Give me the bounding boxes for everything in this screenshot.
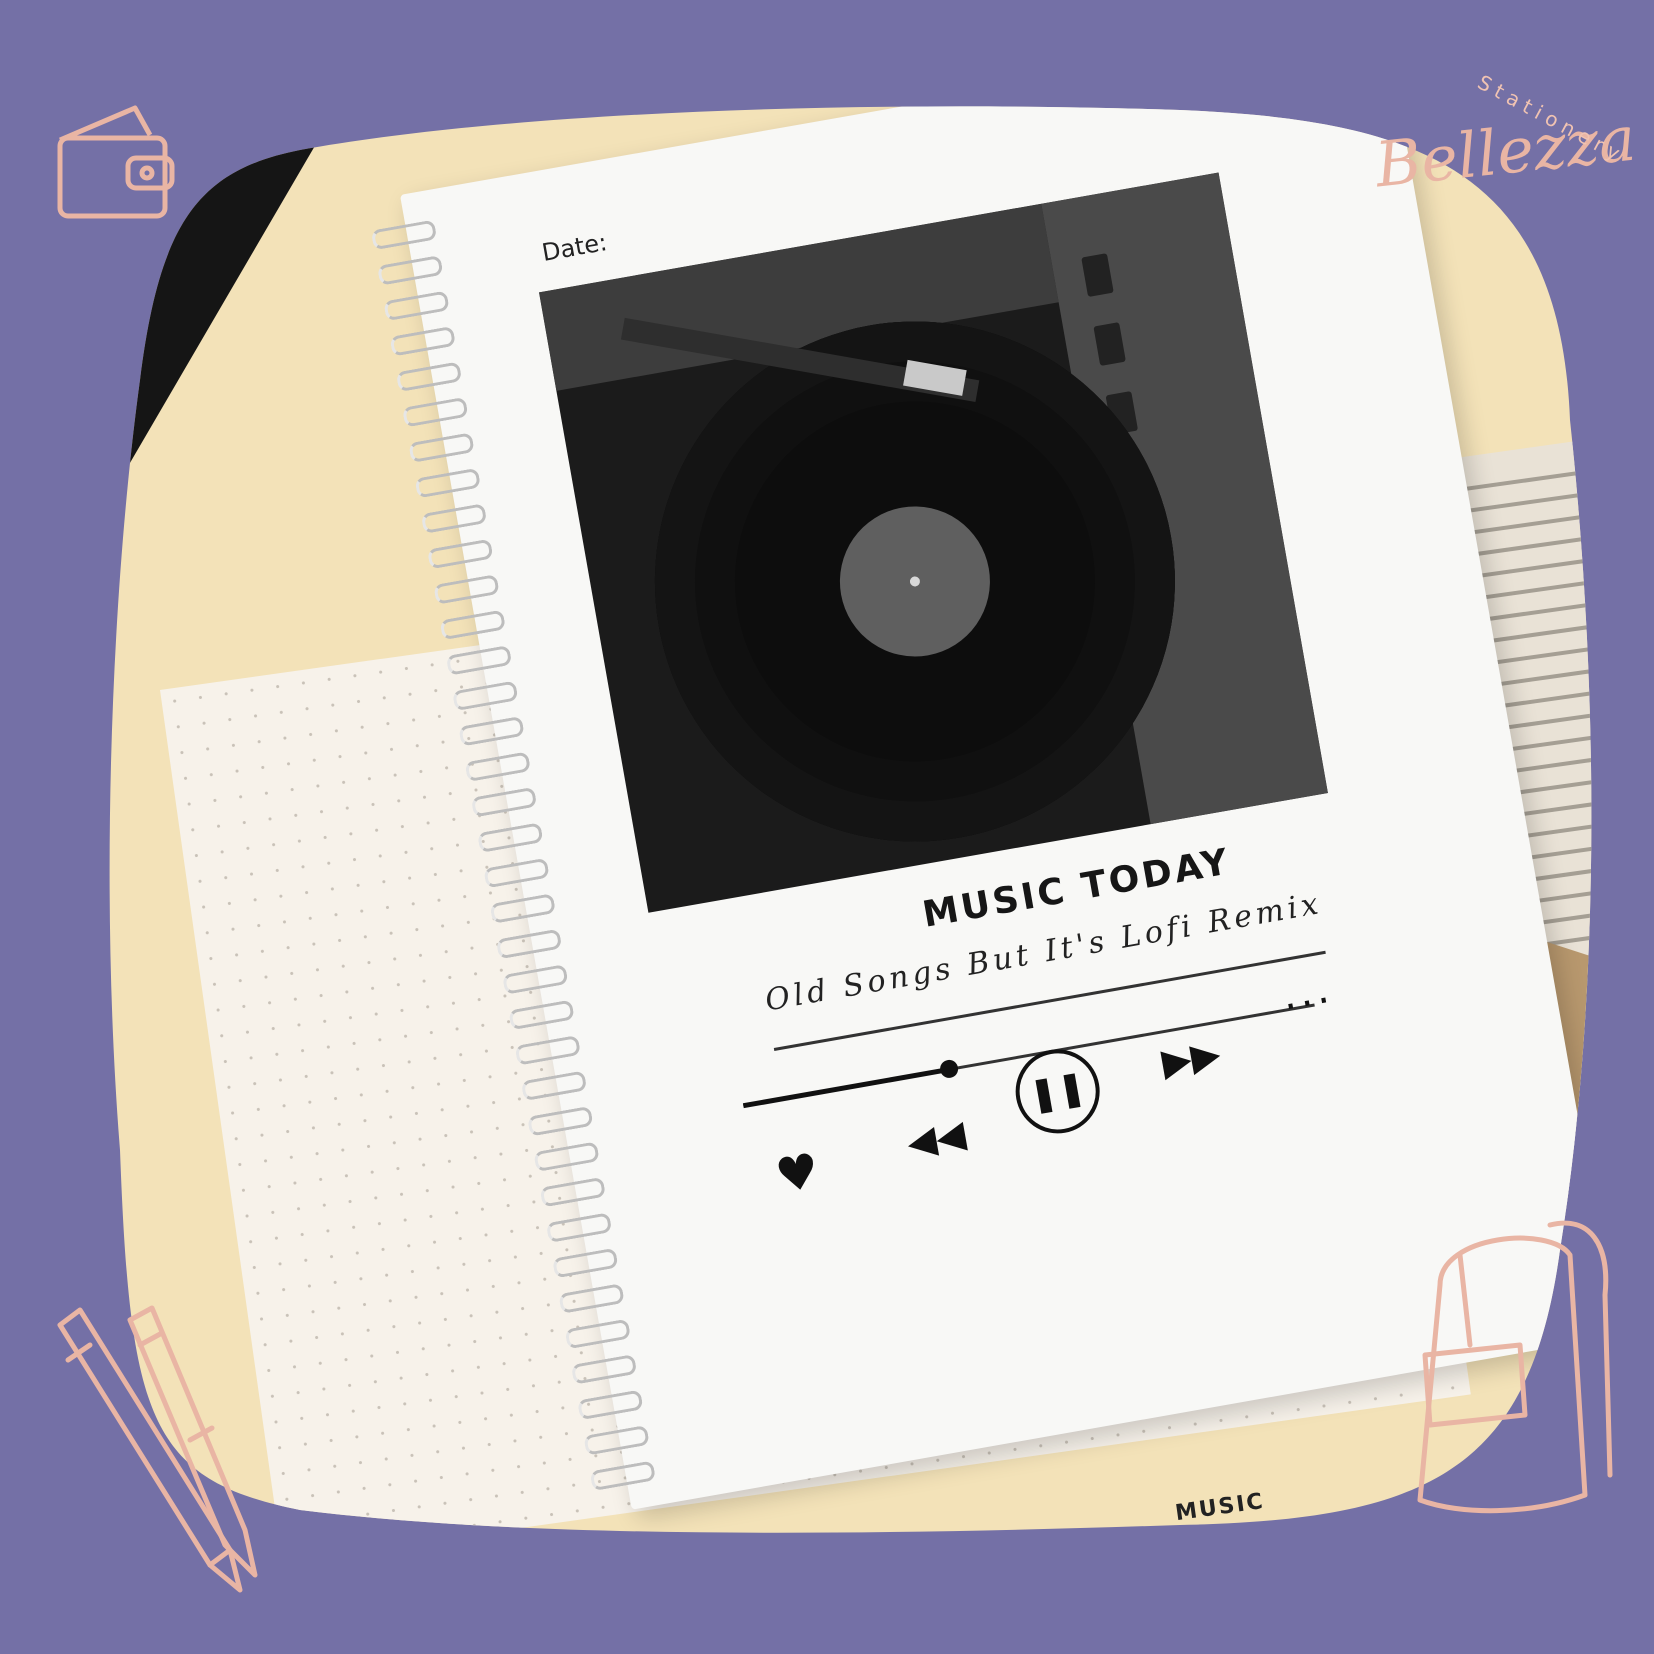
- pen-pencil-icon: [57, 1305, 258, 1593]
- spiral-coil: [465, 751, 532, 782]
- product-photo-frame: MUSIC Date: ♫ MUSIC TODAY Old Songs But …: [0, 0, 1654, 1654]
- spiral-coil: [558, 1283, 625, 1314]
- spiral-coil: [521, 1070, 588, 1101]
- open-notebook-label: MUSIC: [1173, 1488, 1267, 1527]
- spiral-coil: [396, 361, 463, 392]
- fast-forward-icon: ▶▶: [1158, 1031, 1224, 1085]
- heart-icon: ♥: [771, 1142, 824, 1206]
- spiral-coil: [508, 999, 575, 1030]
- spiral-coil: [415, 468, 482, 499]
- spiral-coil: [577, 1389, 644, 1420]
- progress-fill: [743, 1067, 949, 1108]
- spiral-coil: [402, 397, 469, 428]
- spiral-coil: [483, 858, 550, 889]
- spiral-coil: [477, 822, 544, 853]
- backpack-icon: [1417, 1220, 1613, 1514]
- spiral-coil: [496, 929, 563, 960]
- spiral-coil: [371, 220, 438, 251]
- spiral-coil: [546, 1212, 613, 1243]
- wallet-icon: [57, 105, 175, 219]
- spiral-coil: [377, 255, 444, 286]
- brand-logo: Bellezza Stationery: [1355, 60, 1639, 260]
- spiral-coil: [527, 1106, 594, 1137]
- spiral-coil: [440, 609, 507, 640]
- rewind-icon: ◀◀: [903, 1111, 969, 1165]
- spiral-coil: [540, 1177, 607, 1208]
- spiral-coil: [389, 326, 456, 357]
- spiral-coil: [452, 680, 519, 711]
- progress-knob: [938, 1059, 959, 1080]
- turntable-photo: [539, 173, 1328, 913]
- spiral-coil: [533, 1141, 600, 1172]
- more-icon: ...: [1278, 965, 1337, 1020]
- spiral-coil: [421, 503, 488, 534]
- spiral-coil: [490, 893, 557, 924]
- spiral-coil: [458, 716, 525, 747]
- spiral-coil: [427, 539, 494, 570]
- spiral-coil: [590, 1460, 657, 1491]
- spiral-coil: [583, 1425, 650, 1456]
- spiral-coil: [408, 432, 475, 463]
- spiral-coil: [552, 1248, 619, 1279]
- spiral-coil: [515, 1035, 582, 1066]
- spiral-coil: [471, 787, 538, 818]
- spiral-coil: [433, 574, 500, 605]
- spiral-coil: [383, 290, 450, 321]
- spiral-coil: [565, 1319, 632, 1350]
- date-label: Date:: [539, 228, 610, 267]
- spiral-coil: [571, 1354, 638, 1385]
- spiral-coil: [446, 645, 513, 676]
- spiral-coil: [502, 964, 569, 995]
